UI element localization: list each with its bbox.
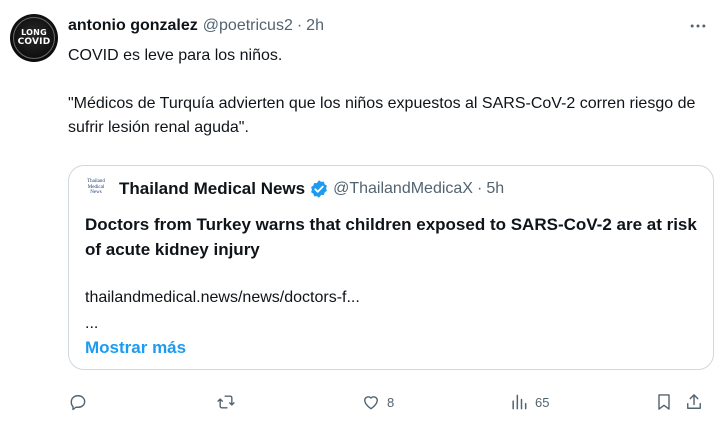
like-count: 8 [387, 394, 395, 410]
post-text-quote: "Médicos de Turquía advierten que los ni… [68, 95, 696, 136]
quoted-author-handle: @ThailandMedicaX [333, 180, 473, 197]
avatar-logo-text-covid: COVID [17, 37, 51, 47]
more-icon[interactable] [686, 14, 710, 38]
post-text-line: COVID es leve para los niños. [68, 47, 283, 64]
post-text: COVID es leve para los niños. "Médicos d… [68, 44, 708, 140]
bookmark-icon [658, 394, 670, 410]
reply-icon [70, 395, 86, 411]
like-button[interactable]: 8 [361, 390, 394, 414]
avatar[interactable]: LONG COVID [10, 14, 58, 62]
show-more-link[interactable]: Mostrar más [85, 336, 186, 360]
header-separator: · [296, 17, 303, 34]
quoted-header-separator: · [476, 180, 483, 197]
reply-button[interactable] [68, 390, 94, 414]
quoted-post-ellipsis: ... [85, 315, 99, 332]
avatar-logo-text-long: LONG [21, 28, 47, 37]
author-handle[interactable]: @poetricus2 [203, 17, 293, 35]
action-bar: 8 65 [68, 390, 708, 414]
quoted-post-header: Thailand Medical News @ThailandMedicaX ·… [119, 176, 504, 202]
author-name[interactable]: antonio gonzalez [68, 17, 198, 35]
post-header: antonio gonzalez @poetricus2 · 2h [68, 14, 324, 38]
views-count: 65 [535, 394, 550, 410]
views-icon [512, 394, 527, 410]
quoted-avatar-logo[interactable]: Thailand Medical News [85, 179, 107, 201]
post-time[interactable]: 2h [306, 17, 324, 35]
quoted-post-title: Doctors from Turkey warns that children … [85, 215, 697, 259]
share-icon [687, 394, 701, 409]
repost-button[interactable] [216, 390, 242, 414]
repost-icon [217, 395, 235, 409]
quoted-post-card[interactable]: Thailand Medical News Thailand Medical N… [68, 165, 714, 370]
views-button[interactable]: 65 [509, 390, 549, 414]
quoted-post-time: 5h [486, 180, 505, 197]
bookmark-button[interactable] [654, 390, 674, 414]
verified-icon [311, 180, 328, 198]
quoted-author-name: Thailand Medical News [119, 179, 306, 198]
like-icon [364, 396, 378, 410]
quoted-post-link: thailandmedical.news/news/doctors-f... [85, 289, 360, 306]
share-button[interactable] [684, 390, 704, 414]
